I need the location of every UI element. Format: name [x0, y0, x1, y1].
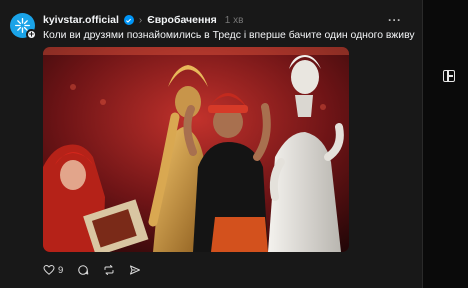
like-button[interactable]: 9 [43, 264, 63, 276]
username[interactable]: kyivstar.official [43, 14, 119, 26]
verified-badge-icon [123, 15, 134, 25]
repost-icon [104, 265, 114, 275]
eurovision-stage-photo [43, 47, 349, 252]
share-button[interactable] [129, 264, 141, 276]
reply-button[interactable] [77, 264, 89, 276]
follow-button[interactable]: + [26, 29, 37, 40]
post-media-image[interactable] [43, 47, 349, 252]
like-count: 9 [58, 264, 64, 276]
feed-panel: + kyivstar.official › Євробачення 1 хв ·… [0, 0, 423, 288]
topic-tag[interactable]: Євробачення [147, 14, 217, 26]
comment-icon [78, 265, 89, 275]
right-rail [423, 0, 468, 288]
post-header: kyivstar.official › Євробачення 1 хв [43, 13, 243, 27]
more-dots-icon[interactable]: ··· [388, 13, 402, 27]
post-actions: 9 [43, 262, 155, 278]
heart-icon [43, 264, 55, 275]
send-icon [130, 265, 141, 275]
repost-button[interactable] [103, 264, 115, 276]
chevron-right-icon: › [138, 14, 143, 26]
post-text: Коли ви друзями познайомились в Тредс і … [43, 30, 415, 41]
post-time[interactable]: 1 хв [225, 15, 244, 26]
add-column-icon[interactable] [443, 70, 455, 82]
